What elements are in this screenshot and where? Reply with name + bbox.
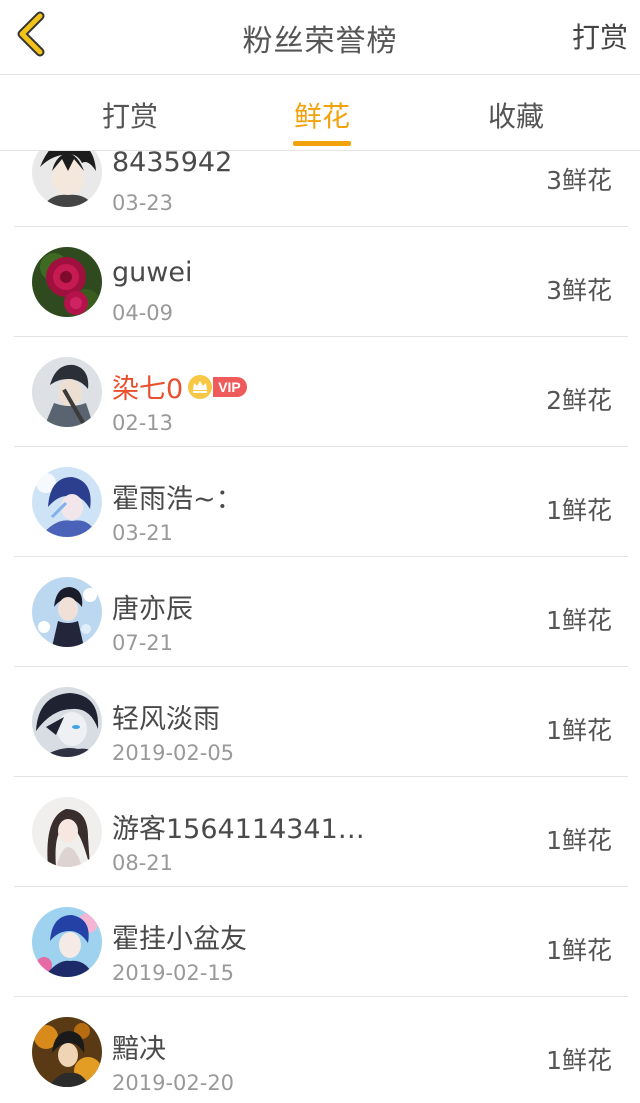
fan-date: 2019-02-20 — [112, 1071, 235, 1095]
fan-name: 霍挂小盆友 — [112, 924, 247, 955]
fan-date: 2019-02-15 — [112, 961, 235, 985]
list-item[interactable]: guwei 04-09 3鲜花 — [0, 227, 640, 337]
fan-name: 游客1564114341… — [112, 814, 365, 845]
fan-name: 染七0 — [112, 374, 184, 405]
avatar — [32, 1017, 102, 1087]
fan-name: 霍雨浩~： — [112, 484, 243, 515]
fan-date: 08-21 — [112, 851, 174, 875]
fan-name: guwei — [112, 257, 193, 288]
avatar — [32, 797, 102, 867]
avatar — [32, 467, 102, 537]
tab-favorites[interactable]: 收藏 — [446, 95, 586, 135]
tab-reward[interactable]: 打赏 — [60, 95, 200, 135]
fan-date: 03-21 — [112, 521, 174, 545]
fan-date: 04-09 — [112, 301, 174, 325]
list-item[interactable]: 游客1564114341… 08-21 1鲜花 — [0, 777, 640, 887]
reward-button[interactable]: 打赏 — [572, 16, 628, 56]
fan-list[interactable]: 8435942 03-23 3鲜花 guwei 04-09 3鲜花 染七0 VI… — [0, 117, 640, 1103]
avatar — [32, 687, 102, 757]
page-title: 粉丝荣誉榜 — [242, 24, 398, 59]
fan-name: 轻风淡雨 — [112, 704, 220, 735]
fan-name: 8435942 — [112, 147, 233, 178]
flower-count: 1鲜花 — [546, 1046, 612, 1075]
vip-badge: VIP — [213, 376, 247, 397]
fan-name: 黯决 — [112, 1034, 166, 1065]
flower-count: 1鲜花 — [546, 716, 612, 745]
fan-name-vip: 染七0 VIP — [112, 367, 247, 406]
fan-date: 07-21 — [112, 631, 174, 655]
flower-count: 2鲜花 — [546, 386, 612, 415]
avatar — [32, 247, 102, 317]
list-item[interactable]: 染七0 VIP 02-13 2鲜花 — [0, 337, 640, 447]
app-screen: 粉丝荣誉榜 打赏 打赏 鲜花 收藏 8435942 03-23 3鲜花 guwe… — [0, 0, 640, 1103]
list-item[interactable]: 唐亦辰 07-21 1鲜花 — [0, 557, 640, 667]
list-item[interactable]: 黯决 2019-02-20 1鲜花 — [0, 997, 640, 1103]
nav-bar: 粉丝荣誉榜 打赏 — [0, 0, 640, 75]
flower-count: 1鲜花 — [546, 826, 612, 855]
crown-icon — [187, 374, 213, 400]
flower-count: 1鲜花 — [546, 606, 612, 635]
active-tab-indicator — [293, 141, 351, 146]
avatar — [32, 357, 102, 427]
tab-bar: 打赏 鲜花 收藏 — [0, 75, 640, 151]
flower-count: 3鲜花 — [546, 166, 612, 195]
flower-count: 1鲜花 — [546, 936, 612, 965]
fan-name: 唐亦辰 — [112, 594, 193, 625]
fan-date: 02-13 — [112, 411, 174, 435]
fan-date: 03-23 — [112, 191, 174, 215]
list-item[interactable]: 霍挂小盆友 2019-02-15 1鲜花 — [0, 887, 640, 997]
tab-flowers[interactable]: 鲜花 — [252, 95, 392, 135]
avatar — [32, 577, 102, 647]
list-item[interactable]: 轻风淡雨 2019-02-05 1鲜花 — [0, 667, 640, 777]
fan-date: 2019-02-05 — [112, 741, 235, 765]
list-item[interactable]: 霍雨浩~： 03-21 1鲜花 — [0, 447, 640, 557]
flower-count: 3鲜花 — [546, 276, 612, 305]
avatar — [32, 907, 102, 977]
flower-count: 1鲜花 — [546, 496, 612, 525]
